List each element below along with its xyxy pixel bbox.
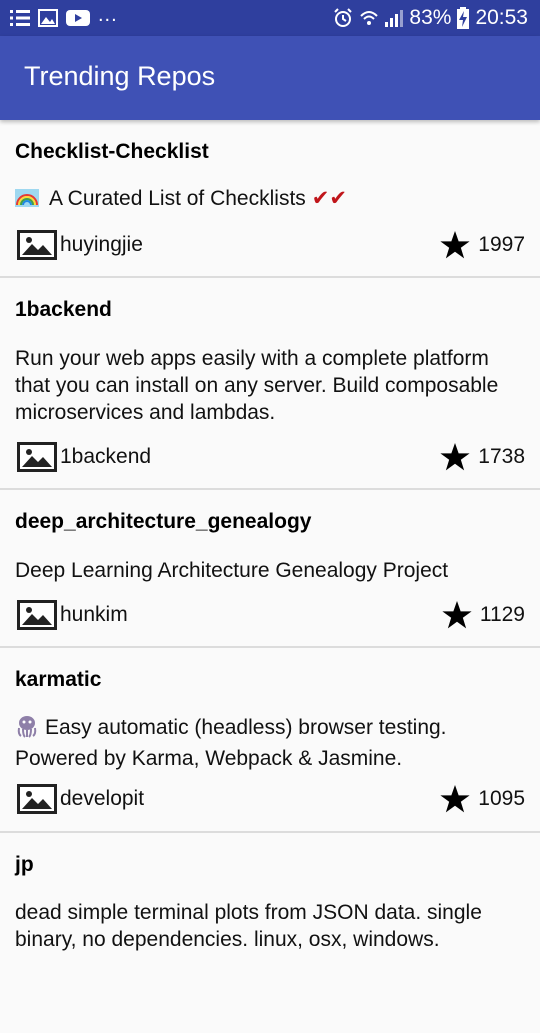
repo-list[interactable]: Checklist-Checklist A Curated List of Ch… xyxy=(0,120,540,1033)
star-count: 1129 xyxy=(479,603,525,626)
status-bar: ... 83% 20:53 xyxy=(0,0,540,36)
avatar-placeholder-icon xyxy=(17,230,57,260)
battery-percent: 83% xyxy=(409,6,452,29)
star-count: 1738 xyxy=(478,445,525,468)
alarm-icon xyxy=(333,8,353,28)
repo-description: Easy automatic (headless) browser testin… xyxy=(15,714,525,772)
repo-item[interactable]: Checklist-Checklist A Curated List of Ch… xyxy=(0,120,540,278)
repo-name: deep_architecture_genealogy xyxy=(15,510,312,533)
star-icon xyxy=(442,601,472,629)
owner-name: huyingjie xyxy=(60,233,143,256)
repo-name: Checklist-Checklist xyxy=(15,140,209,163)
repo-name: 1backend xyxy=(15,298,112,321)
more-notifications-indicator: ... xyxy=(98,3,118,26)
repo-description: dead simple terminal plots from JSON dat… xyxy=(15,901,482,951)
owner-name: hunkim xyxy=(60,603,128,626)
repo-item[interactable]: jp dead simple terminal plots from JSON … xyxy=(0,833,540,1033)
repo-footer: 1backend 1738 xyxy=(17,441,525,473)
avatar-placeholder-icon xyxy=(17,600,57,630)
repo-stars: 1738 xyxy=(440,443,525,471)
star-icon xyxy=(440,231,470,259)
star-count: 1095 xyxy=(478,787,525,810)
wifi-icon xyxy=(359,8,379,28)
octopus-emoji-icon xyxy=(15,714,39,745)
repo-stars: 1129 xyxy=(442,601,525,629)
star-icon xyxy=(440,443,470,471)
repo-item[interactable]: karmatic Easy automatic (headless) brows… xyxy=(0,648,540,833)
repo-description: Deep Learning Architecture Genealogy Pro… xyxy=(15,559,449,582)
repo-item[interactable]: 1backend Run your web apps easily with a… xyxy=(0,278,540,490)
repo-owner[interactable]: developit xyxy=(17,784,144,814)
status-bar-right: 83% 20:53 xyxy=(333,0,528,36)
page-title: Trending Repos xyxy=(24,61,216,91)
repo-footer: developit 1095 xyxy=(17,783,525,815)
star-icon xyxy=(440,785,470,813)
repo-item[interactable]: deep_architecture_genealogy Deep Learnin… xyxy=(0,490,540,648)
repo-stars: 1095 xyxy=(440,785,525,813)
clock: 20:53 xyxy=(475,6,528,29)
app-bar: Trending Repos xyxy=(0,36,540,120)
owner-name: 1backend xyxy=(60,445,152,468)
repo-owner[interactable]: hunkim xyxy=(17,600,128,630)
signal-icon xyxy=(385,8,404,28)
repo-name: jp xyxy=(15,853,34,876)
repo-description-text: A Curated List of Checklists xyxy=(49,187,306,210)
repo-stars: 1997 xyxy=(440,231,525,259)
battery-charging-icon xyxy=(457,7,470,29)
check-marks-emoji: ✔✔ xyxy=(311,187,347,210)
repo-description: Run your web apps easily with a complete… xyxy=(15,347,499,424)
repo-description: A Curated List of Checklists ✔✔ xyxy=(15,185,525,212)
notification-list-icon xyxy=(10,9,30,27)
repo-footer: huyingjie 1997 xyxy=(17,229,525,261)
repo-owner[interactable]: huyingjie xyxy=(17,230,143,260)
avatar-placeholder-icon xyxy=(17,784,57,814)
repo-footer: hunkim 1129 xyxy=(17,599,525,631)
owner-name: developit xyxy=(60,787,145,810)
youtube-icon xyxy=(66,9,90,27)
avatar-placeholder-icon xyxy=(17,442,57,472)
repo-owner[interactable]: 1backend xyxy=(17,442,151,472)
repo-name: karmatic xyxy=(15,668,102,691)
repo-description-text: Easy automatic (headless) browser testin… xyxy=(15,716,447,770)
gallery-icon xyxy=(38,9,58,27)
status-bar-left: ... xyxy=(10,0,118,36)
rainbow-emoji-icon xyxy=(15,187,39,207)
star-count: 1997 xyxy=(478,233,525,256)
